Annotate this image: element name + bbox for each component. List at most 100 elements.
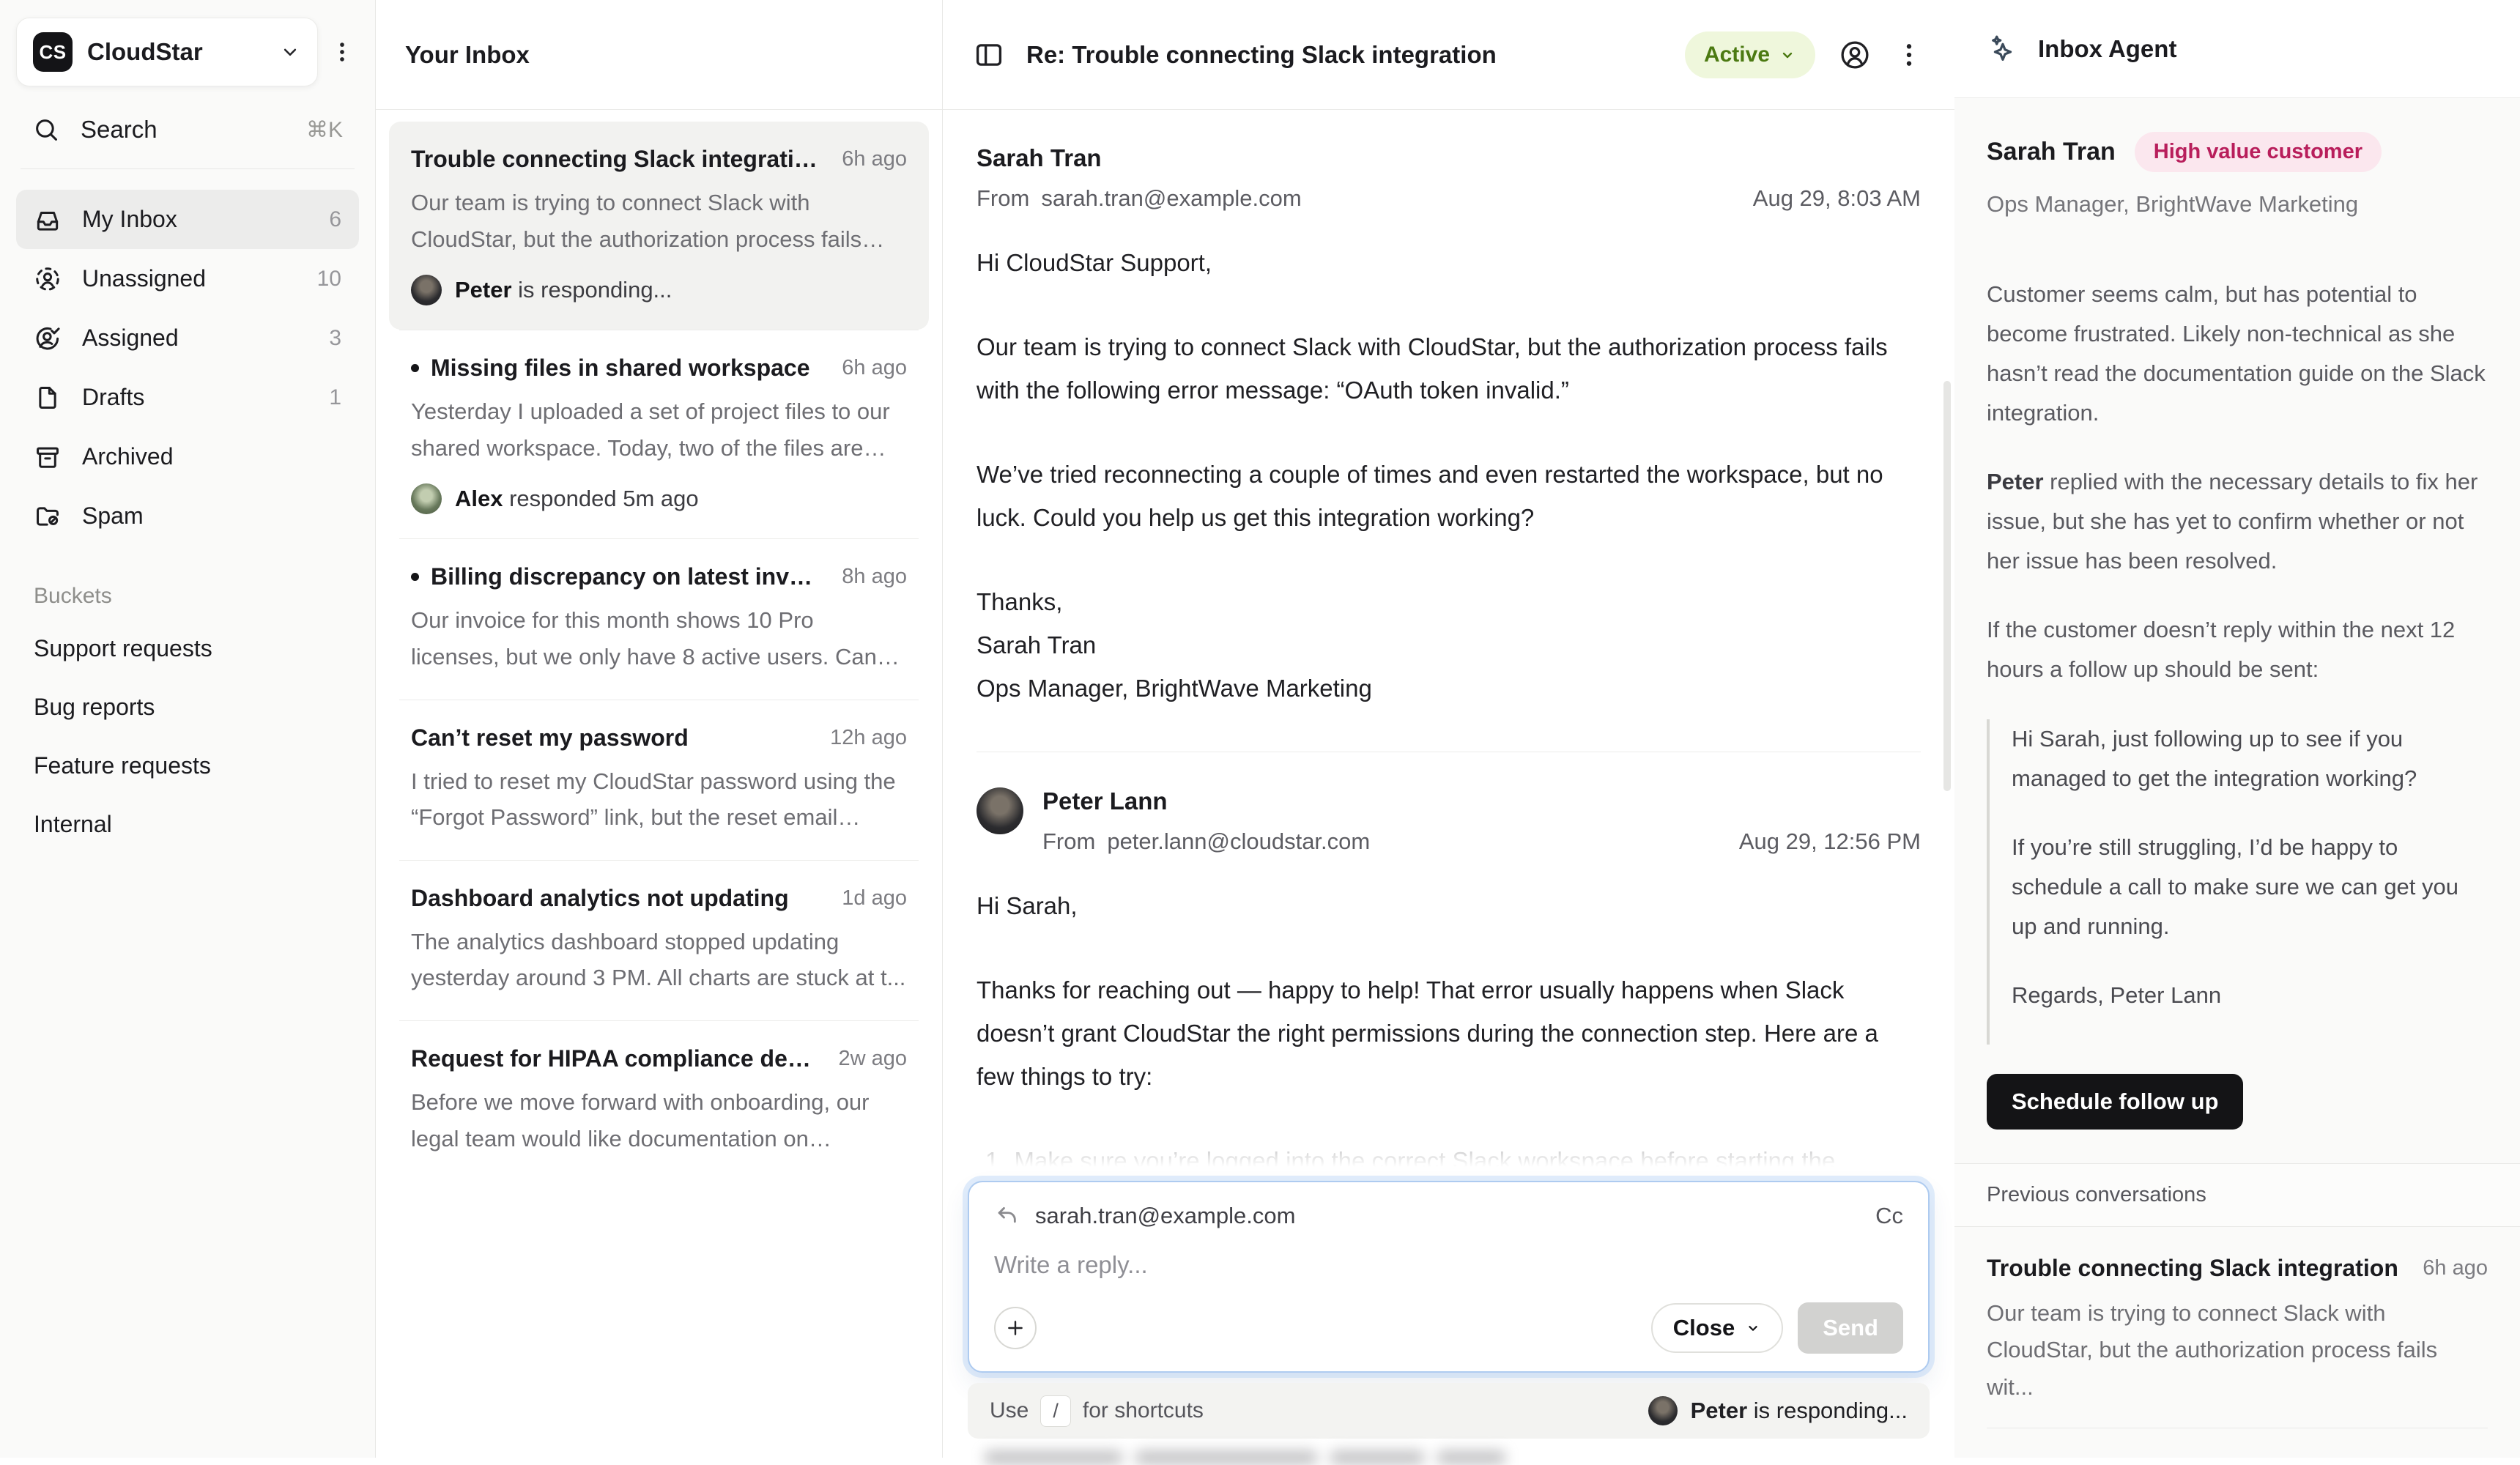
conversation-preview: Before we move forward with onboarding, … <box>411 1084 907 1157</box>
status-label: Active <box>1704 42 1770 67</box>
reply-composer: sarah.tran@example.com Cc Close Send <box>968 1181 1930 1373</box>
agent-panel-title: Inbox Agent <box>2038 35 2176 63</box>
avatar <box>976 787 1023 834</box>
archive-icon <box>34 443 62 471</box>
previous-conversation-item[interactable]: API token expiry 2w ago We were wonderin… <box>1954 1428 2520 1458</box>
list-item[interactable]: Billing discrepancy on latest invoice 8h… <box>389 539 929 699</box>
shortcut-hint-rest: for shortcuts <box>1083 1398 1204 1423</box>
inbox-agent-panel: Inbox Agent Sarah Tran High value custom… <box>1954 0 2520 1458</box>
list-item[interactable]: Can’t reset my password 12h ago I tried … <box>389 700 929 860</box>
reply-arrow-icon <box>994 1203 1019 1228</box>
thread-scrollbar[interactable] <box>1943 381 1951 791</box>
sidebar-item-label: Spam <box>82 502 144 530</box>
workspace-switcher[interactable]: CS CloudStar <box>16 18 318 86</box>
search-label: Search <box>81 116 158 144</box>
sidebar-item-internal[interactable]: Internal <box>16 795 359 853</box>
sidebar-kebab-menu[interactable] <box>325 34 359 70</box>
list-item[interactable]: Dashboard analytics not updating 1d ago … <box>389 861 929 1020</box>
cc-button[interactable]: Cc <box>1875 1203 1903 1229</box>
unread-dot <box>411 364 419 372</box>
reply-to-address: sarah.tran@example.com <box>1035 1203 1295 1229</box>
customer-badge: High value customer <box>2135 132 2382 172</box>
typing-indicator: Peter is responding... <box>455 277 672 303</box>
slash-keycap: / <box>1040 1395 1071 1427</box>
sender-name: Peter Lann <box>1042 787 1921 815</box>
customer-card: Sarah Tran High value customer Ops Manag… <box>1954 98 2520 247</box>
previous-conversation-item[interactable]: Trouble connecting Slack integration 6h … <box>1954 1227 2520 1428</box>
search-shortcut: ⌘K <box>306 117 343 143</box>
inbox-list-title: Your Inbox <box>376 0 942 110</box>
sidebar-item-count: 6 <box>329 207 341 232</box>
close-dropdown-button[interactable]: Close <box>1651 1303 1783 1353</box>
from-label: From <box>1042 828 1095 855</box>
sidebar-item-drafts[interactable]: Drafts 1 <box>16 368 359 427</box>
sidebar-item-count: 1 <box>329 385 341 410</box>
message-date: Aug 29, 12:56 PM <box>1739 828 1921 855</box>
chevron-down-icon <box>1745 1320 1761 1336</box>
chevron-down-icon <box>1779 46 1796 64</box>
conversation-title: Trouble connecting Slack integration <box>1987 1255 2398 1282</box>
sidebar-item-bug-reports[interactable]: Bug reports <box>16 678 359 736</box>
conversation-preview: I tried to reset my CloudStar password u… <box>411 763 907 836</box>
plus-icon <box>1004 1316 1027 1340</box>
sidebar-item-feature-requests[interactable]: Feature requests <box>16 736 359 795</box>
panel-toggle-icon[interactable] <box>974 40 1004 70</box>
sidebar-item-label: My Inbox <box>82 206 177 233</box>
conversation-time: 6h ago <box>2411 1256 2488 1280</box>
sidebar: CS CloudStar Search ⌘K My Inbox 6 <box>0 0 376 1458</box>
send-button[interactable]: Send <box>1798 1302 1903 1354</box>
conversation-time: 8h ago <box>830 565 907 589</box>
sparkles-icon <box>1985 32 2019 66</box>
previous-conversations-label: Previous conversations <box>1954 1163 2520 1227</box>
conversation-title: Missing files in shared workspace <box>431 355 810 382</box>
conversation-time: 2w ago <box>826 1047 907 1071</box>
list-item[interactable]: Missing files in shared workspace 6h ago… <box>389 330 929 538</box>
folder-blocked-icon <box>34 502 62 530</box>
message-body: Hi CloudStar Support, Our team is trying… <box>976 241 1921 711</box>
avatar <box>1648 1396 1678 1425</box>
chevron-down-icon <box>279 41 301 63</box>
avatar <box>411 275 442 305</box>
attach-button[interactable] <box>994 1307 1037 1349</box>
blurred-draft-text <box>984 1450 1506 1465</box>
assignee-icon[interactable] <box>1839 39 1871 71</box>
customer-name: Sarah Tran <box>1987 138 2116 166</box>
inbox-list: Trouble connecting Slack integration 6h … <box>376 110 942 1193</box>
responded-indicator: Alex responded 5m ago <box>455 486 699 512</box>
unread-dot <box>411 573 419 581</box>
conversation-time: 6h ago <box>830 356 907 380</box>
message-date: Aug 29, 8:03 AM <box>1753 185 1921 212</box>
thread-title: Re: Trouble connecting Slack integration <box>1026 41 1497 69</box>
sidebar-item-label: Assigned <box>82 324 179 352</box>
conversation-title: Trouble connecting Slack integration <box>411 146 818 173</box>
sidebar-item-spam[interactable]: Spam <box>16 486 359 546</box>
typing-status: Peter is responding... <box>1648 1396 1908 1425</box>
reply-input[interactable] <box>994 1251 1903 1279</box>
shortcut-bar: Use / for shortcuts Peter is responding.… <box>968 1383 1930 1439</box>
conversation-title: Can’t reset my password <box>411 724 689 752</box>
sidebar-item-label: Drafts <box>82 384 144 411</box>
workspace-row: CS CloudStar <box>16 18 359 86</box>
sidebar-item-support-requests[interactable]: Support requests <box>16 619 359 678</box>
sidebar-item-label: Unassigned <box>82 265 206 292</box>
sidebar-item-archived[interactable]: Archived <box>16 427 359 486</box>
sidebar-item-unassigned[interactable]: Unassigned 10 <box>16 249 359 308</box>
thread-kebab-menu[interactable] <box>1894 40 1924 70</box>
conversation-preview: Our team is trying to connect Slack with… <box>411 185 907 257</box>
sidebar-item-my-inbox[interactable]: My Inbox 6 <box>16 190 359 249</box>
agent-summary: Customer seems calm, but has potential t… <box>1954 247 2520 718</box>
conversation-time: 12h ago <box>818 726 907 750</box>
search-button[interactable]: Search ⌘K <box>16 86 359 168</box>
sidebar-item-assigned[interactable]: Assigned 3 <box>16 308 359 368</box>
conversation-title: Billing discrepancy on latest invoice <box>431 563 818 590</box>
schedule-follow-up-button[interactable]: Schedule follow up <box>1987 1074 2243 1130</box>
conversation-preview: Our invoice for this month shows 10 Pro … <box>411 602 907 675</box>
sidebar-nav: My Inbox 6 Unassigned 10 Assigned 3 Draf… <box>16 169 359 546</box>
status-dropdown[interactable]: Active <box>1685 31 1815 78</box>
shortcut-hint: Use <box>990 1398 1029 1423</box>
file-icon <box>34 384 62 412</box>
inbox-icon <box>34 206 62 234</box>
list-item[interactable]: Trouble connecting Slack integration 6h … <box>389 122 929 330</box>
list-item[interactable]: Request for HIPAA compliance details 2w … <box>389 1021 929 1181</box>
workspace-name: CloudStar <box>87 38 203 66</box>
